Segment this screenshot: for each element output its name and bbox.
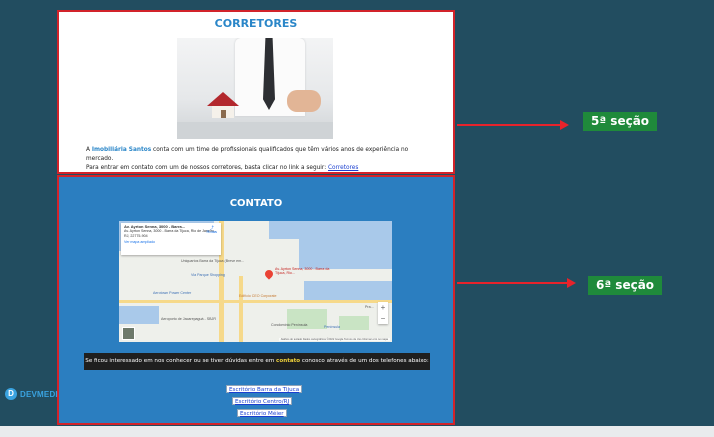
larger-map-link[interactable]: Ver mapa ampliado	[124, 240, 218, 244]
brand-name: Imobiliária Santos	[91, 147, 152, 153]
corretores-link[interactable]: Corretores	[328, 165, 358, 171]
zoom-out-button[interactable]: −	[378, 313, 388, 324]
section-corretores: CORRETORES A Imobiliária Santos conta co…	[57, 10, 455, 174]
bottom-bar	[0, 426, 714, 437]
embedded-map[interactable]: Av. Ayrton Senna, 3000 - Barra... Av. Ay…	[119, 221, 392, 342]
devmedia-logo: D DEVMEDI	[5, 387, 58, 401]
arrow-section5	[457, 120, 569, 130]
hand-shape	[287, 90, 321, 112]
street-view-thumbnail[interactable]	[122, 327, 135, 340]
office-barra-button[interactable]: Escritório Barra da Tijuca	[226, 385, 303, 393]
map-attribution: Atalhos do teclado Dados cartográficos ©…	[278, 338, 390, 341]
office-meier-button[interactable]: Escritório Méier	[237, 409, 287, 417]
house-model-icon	[207, 92, 239, 118]
office-centro-button[interactable]: Escritório Centro/RJ	[232, 397, 293, 405]
contact-notice: Se ficou interessado em nos conhecer ou …	[84, 353, 430, 370]
label-section6: 6ª seção	[588, 276, 663, 295]
desk-shape	[177, 122, 333, 139]
broker-photo	[177, 38, 333, 139]
zoom-in-button[interactable]: +	[378, 302, 388, 313]
directions-link[interactable]: ⤴ Rotas	[207, 225, 217, 235]
label-section5: 5ª seção	[583, 112, 658, 131]
location-pin-icon[interactable]	[263, 268, 275, 280]
section-contato: CONTATO Av. Ayrton Senna, 3000 - Barra..…	[57, 175, 455, 425]
section-title: CORRETORES	[214, 17, 298, 30]
section-description: A Imobiliária Santos conta com um time d…	[86, 147, 409, 171]
contato-highlight: contato	[276, 358, 301, 364]
arrow-section6	[457, 278, 576, 288]
logo-icon: D	[5, 388, 17, 400]
logo-text: DEVMEDI	[20, 389, 58, 399]
zoom-controls[interactable]: + −	[378, 302, 388, 324]
section-title: CONTATO	[229, 198, 283, 209]
map-info-card: Av. Ayrton Senna, 3000 - Barra... Av. Ay…	[121, 223, 221, 255]
